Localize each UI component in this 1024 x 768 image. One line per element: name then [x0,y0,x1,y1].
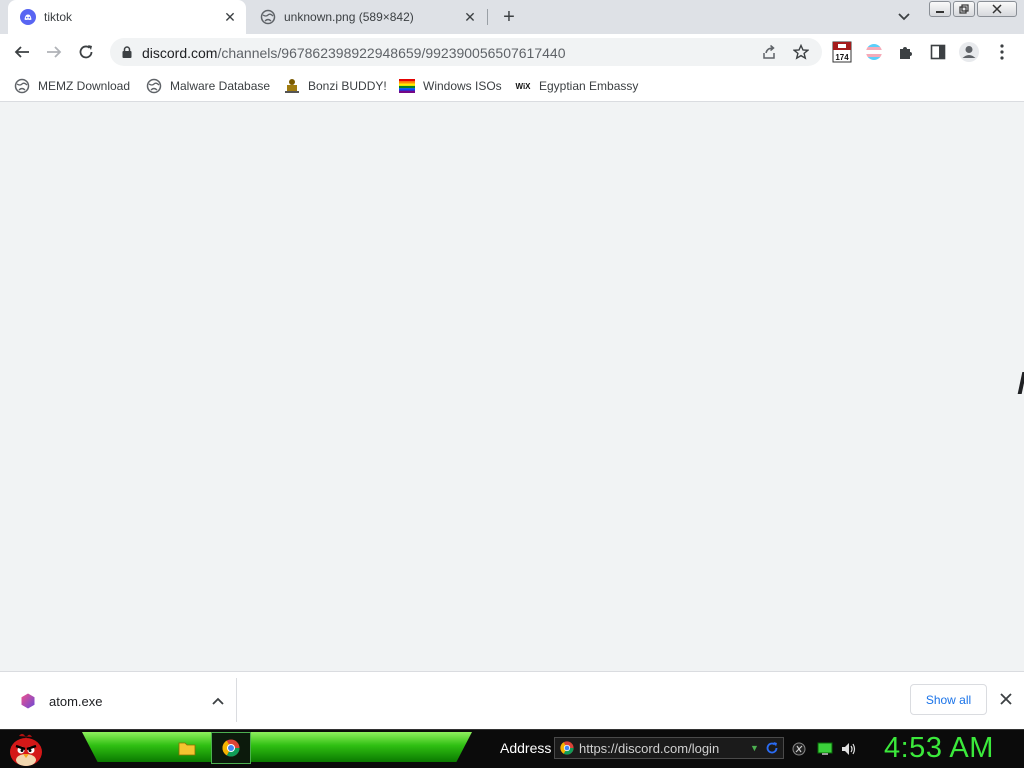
globe-icon [14,78,30,94]
minimize-button[interactable] [929,1,951,17]
wix-logo-text: WiX [515,81,531,91]
chrome-taskbar-button[interactable] [211,732,251,764]
rainbow-flag-icon [399,78,415,94]
start-button-angry-bird-icon[interactable] [6,730,46,768]
back-button[interactable] [10,40,34,64]
bookmarks-bar: MEMZ Download Malware Database Bonzi BUD… [0,70,1024,102]
address-toolbar-label: Address [500,740,552,756]
profile-avatar-icon[interactable] [958,41,980,63]
bookmark-label: Malware Database [170,79,271,93]
bookmark-bonzi-buddy[interactable]: Bonzi BUDDY! [284,76,387,96]
cursor-mark [1017,372,1024,394]
close-window-button[interactable] [977,1,1017,17]
globe-icon [146,78,162,94]
url-text[interactable]: discord.com/channels/967862398922948659/… [142,45,565,61]
extensions-puzzle-icon[interactable] [895,41,917,63]
bookmark-label: MEMZ Download [38,79,131,93]
side-panel-icon[interactable] [927,41,949,63]
new-tab-button[interactable]: + [498,6,520,28]
globe-icon [260,9,276,25]
tab-strip: tiktok ✕ unknown.png (589×842) ✕ + [0,0,1024,34]
calendar-badge: 174 [835,53,849,62]
wix-icon: WiX [515,78,531,94]
bookmark-label: Egyptian Embassy [539,79,639,93]
tab-search-chevron-icon[interactable] [895,8,913,26]
discord-icon [20,9,36,25]
bookmark-label: Windows ISOs [423,79,502,93]
download-filename: atom.exe [49,693,103,709]
tab-separator [487,9,488,25]
bookmark-memz-download[interactable]: MEMZ Download [14,76,130,96]
download-divider [236,678,237,722]
show-all-button[interactable]: Show all [910,684,987,715]
bonzi-icon [284,78,300,94]
url-domain: discord.com [142,45,218,61]
taskbar: Address https://discord.com/login ▼ 4:53… [0,729,1024,768]
lock-icon[interactable] [120,44,134,60]
bookmark-star-icon[interactable] [792,43,810,61]
taskbar-address-input[interactable]: https://discord.com/login ▼ [554,737,784,759]
go-refresh-icon[interactable] [764,740,780,756]
download-shelf: atom.exe Show all [0,671,1024,729]
tab-unknown-png[interactable]: unknown.png (589×842) ✕ [248,0,486,34]
bookmark-malware-database[interactable]: Malware Database [146,76,270,96]
atom-file-icon [20,693,36,709]
taskbar-clock[interactable]: 4:53 AM [884,732,994,765]
chevron-up-icon[interactable] [208,691,228,711]
monitor-tray-icon[interactable] [817,741,833,757]
volume-tray-icon[interactable] [841,741,857,757]
url-path: /channels/967862398922948659/99239005650… [217,45,566,61]
forward-button[interactable] [42,40,66,64]
reload-button[interactable] [74,40,98,64]
screen: tiktok ✕ unknown.png (589×842) ✕ + disco… [0,0,1024,768]
bookmark-label: Bonzi BUDDY! [308,79,387,93]
tab-title: unknown.png (589×842) [284,10,414,24]
tab-tiktok[interactable]: tiktok ✕ [8,0,246,34]
share-icon[interactable] [760,43,778,61]
chrome-icon [560,741,574,755]
chrome-icon [222,739,240,757]
page-content[interactable] [0,102,1024,671]
restore-button[interactable] [953,1,975,17]
toolbar: discord.com/channels/967862398922948659/… [0,34,1024,70]
bookmark-egyptian-embassy[interactable]: WiX Egyptian Embassy [515,76,638,96]
folder-icon[interactable] [167,732,207,764]
calendar-extension-icon[interactable]: 174 [831,41,853,63]
close-tab-icon[interactable]: ✕ [460,7,480,27]
menu-kebab-icon[interactable] [991,41,1013,63]
taskbar-address-url: https://discord.com/login [579,740,720,756]
close-tab-icon[interactable]: ✕ [220,7,240,27]
network-tray-icon[interactable] [791,741,807,757]
address-bar[interactable]: discord.com/channels/967862398922948659/… [110,38,822,66]
dropdown-arrow-icon[interactable]: ▼ [750,743,762,753]
tab-title: tiktok [44,10,73,24]
bookmark-windows-isos[interactable]: Windows ISOs [399,76,502,96]
download-item[interactable]: atom.exe [14,686,236,716]
flag-extension-icon[interactable] [863,41,885,63]
close-shelf-icon[interactable] [996,689,1016,709]
quick-launch-bar [82,732,472,762]
